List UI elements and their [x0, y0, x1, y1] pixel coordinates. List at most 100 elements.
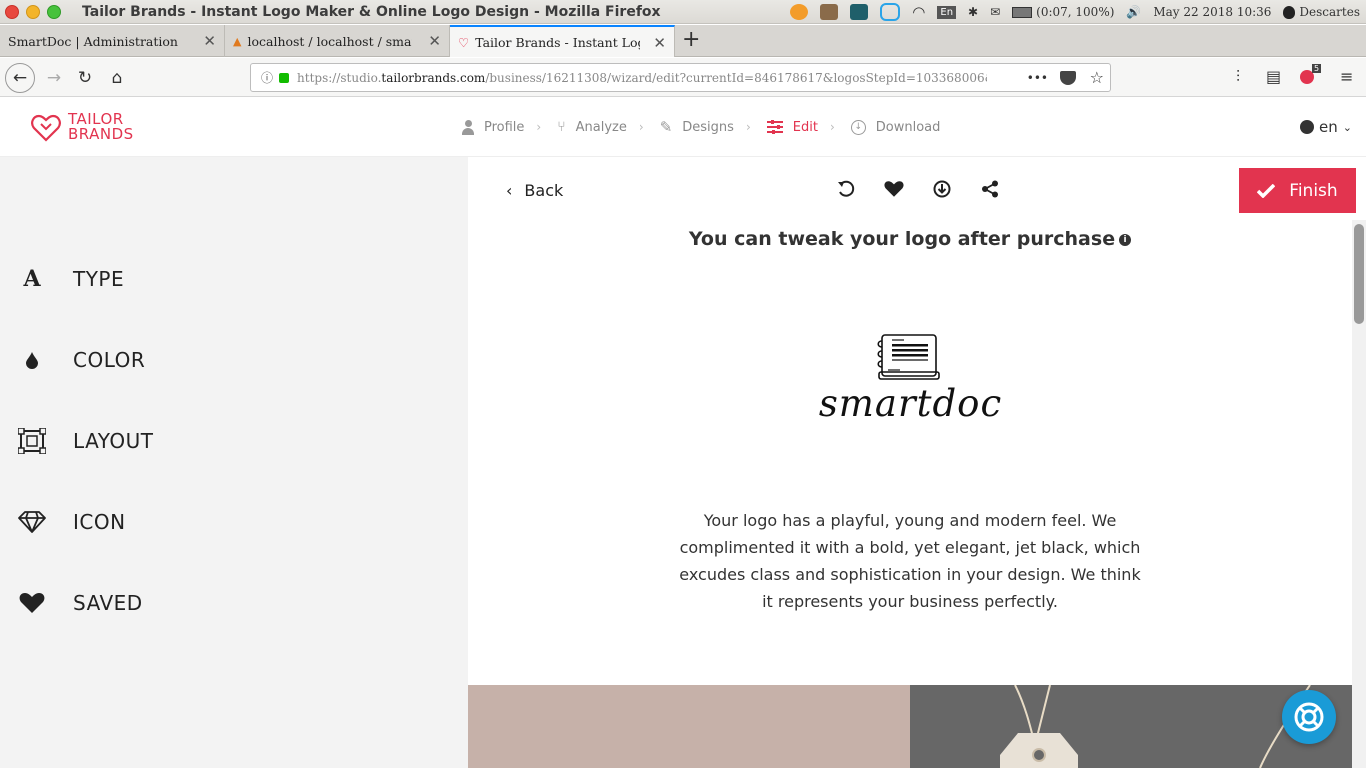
arrow-right-icon: → — [46, 68, 62, 88]
sidebar-item-saved[interactable]: SAVED — [18, 588, 142, 618]
sidebar-item-color[interactable]: COLOR — [18, 345, 145, 375]
close-tab-icon[interactable]: ✕ — [653, 34, 666, 52]
finish-button[interactable]: Finish — [1239, 168, 1356, 213]
editor-sidebar: A TYPE COLOR LAYOUT ICON SAVED — [0, 157, 468, 768]
step-analyze[interactable]: ⑂ Analyze — [557, 119, 627, 135]
close-tab-icon[interactable]: ✕ — [203, 32, 216, 50]
volume-icon[interactable]: 🔊 — [1126, 5, 1141, 19]
editor-canvas: ‹ Back Finish You can tweak your logo af… — [468, 157, 1356, 768]
undo-button[interactable] — [836, 179, 856, 199]
new-tab-icon[interactable]: + — [682, 27, 700, 52]
step-label: Profile — [484, 119, 525, 135]
minimize-window-button[interactable] — [26, 5, 40, 19]
lifebuoy-icon — [1294, 702, 1324, 732]
sidebar-toggle-icon[interactable]: ▤ — [1266, 67, 1281, 86]
chevron-left-icon: ‹ — [506, 181, 513, 200]
sidebar-item-label: ICON — [73, 510, 126, 534]
user-icon — [462, 120, 474, 135]
back-link[interactable]: ‹ Back — [506, 181, 563, 200]
download-icon — [933, 180, 951, 198]
pocket-icon[interactable] — [1060, 70, 1076, 85]
bookmark-star-icon[interactable]: ☆ — [1090, 68, 1104, 87]
sliders-icon — [766, 120, 783, 134]
page-scrollbar[interactable] — [1352, 220, 1366, 768]
step-designs[interactable]: ✎ Designs — [660, 118, 734, 136]
drop-icon — [18, 346, 46, 374]
ubuntu-icon[interactable] — [790, 4, 809, 20]
language-value: en — [1319, 118, 1338, 136]
tab-smartdoc-admin[interactable]: SmartDoc | Administration ✕ — [0, 25, 225, 57]
user-name: Descartes — [1299, 5, 1360, 19]
info-icon[interactable]: i — [1119, 233, 1132, 246]
mail-icon[interactable]: ✉ — [990, 5, 1000, 19]
browser-tab-strip: SmartDoc | Administration ✕ ▲ localhost … — [0, 25, 1366, 57]
share-button[interactable] — [980, 179, 1000, 199]
book-icon[interactable] — [820, 4, 839, 20]
wifi-icon[interactable]: ◠ — [912, 3, 925, 21]
info-icon[interactable]: ⓘ — [261, 69, 273, 86]
favorite-button[interactable] — [884, 179, 904, 199]
battery-indicator[interactable]: (0:07, 100%) — [1012, 5, 1114, 19]
bluetooth-icon[interactable]: ✱ — [968, 5, 978, 19]
language-selector[interactable]: en ⌄ — [1300, 118, 1352, 136]
diamond-icon — [18, 508, 46, 536]
step-label: Download — [875, 119, 941, 135]
back-label: Back — [524, 181, 564, 200]
pencil-icon: ✎ — [659, 118, 673, 136]
download-button[interactable] — [932, 179, 952, 199]
step-label: Designs — [682, 119, 734, 135]
sidebar-item-type[interactable]: A TYPE — [18, 264, 123, 294]
os-title-bar: Tailor Brands - Instant Logo Maker & Onl… — [0, 0, 1366, 24]
help-chat-button[interactable] — [1282, 690, 1336, 744]
page-actions-icon[interactable]: ••• — [1027, 71, 1048, 85]
tab-tailor-brands[interactable]: ♡ Tailor Brands - Instant Logo Ma ✕ — [450, 25, 675, 57]
tab-phpmyadmin[interactable]: ▲ localhost / localhost / smartDoc ✕ — [225, 25, 450, 57]
library-icon[interactable]: ⫶ — [1236, 67, 1240, 87]
tailor-brands-favicon: ♡ — [458, 34, 470, 50]
close-tab-icon[interactable]: ✕ — [428, 32, 441, 50]
url-bar[interactable]: ⓘ https://studio.tailorbrands.com/busine… — [250, 63, 1111, 92]
url-prefix: https://studio. — [297, 70, 382, 85]
user-menu[interactable]: Descartes — [1283, 5, 1360, 19]
home-button[interactable]: ⌂ — [103, 64, 131, 92]
url-text: https://studio.tailorbrands.com/business… — [297, 71, 987, 85]
logo-text: smartdoc — [818, 382, 1003, 425]
home-icon: ⌂ — [111, 68, 123, 88]
system-tray: ◠ En ✱ ✉ (0:07, 100%) 🔊 May 22 2018 10:3… — [790, 3, 1360, 21]
notebook-icon — [877, 334, 940, 380]
step-edit[interactable]: Edit — [766, 120, 818, 135]
page-title: You can tweak your logo after purchase i — [468, 228, 1352, 250]
tab-label: Tailor Brands - Instant Logo Ma — [475, 34, 640, 50]
sidebar-item-icon[interactable]: ICON — [18, 507, 125, 537]
back-button[interactable]: ← — [5, 63, 35, 93]
scrollbar-thumb[interactable] — [1354, 224, 1364, 324]
pma-icon: ▲ — [233, 34, 242, 48]
url-host: tailorbrands.com — [381, 70, 486, 85]
tailor-brands-logo[interactable]: TAILOR BRANDS — [31, 111, 134, 143]
arrow-left-icon: ← — [12, 68, 28, 88]
type-icon: A — [23, 266, 41, 292]
step-download[interactable]: ↓ Download — [850, 119, 941, 135]
branch-icon: ⑂ — [557, 119, 566, 135]
adblock-badge: 5 — [1312, 64, 1322, 73]
close-window-button[interactable] — [5, 5, 19, 19]
datetime[interactable]: May 22 2018 10:36 — [1153, 5, 1271, 19]
skype-icon[interactable] — [880, 3, 901, 21]
reload-button[interactable]: ↻ — [71, 64, 99, 92]
keyboard-lang-indicator[interactable]: En — [937, 5, 957, 19]
chevron-right-icon: › — [829, 120, 835, 134]
chart-app-icon[interactable] — [850, 4, 869, 20]
tab-label: localhost / localhost / smartDoc — [247, 33, 412, 49]
battery-text: (0:07, 100%) — [1036, 5, 1115, 19]
sidebar-item-label: SAVED — [73, 591, 143, 615]
sidebar-item-layout[interactable]: LAYOUT — [18, 426, 153, 456]
share-icon — [982, 180, 998, 198]
lock-icon[interactable] — [279, 72, 290, 83]
maximize-window-button[interactable] — [47, 5, 61, 19]
chevron-right-icon: › — [536, 120, 542, 134]
menu-icon[interactable]: ≡ — [1340, 67, 1353, 86]
step-profile[interactable]: Profile — [462, 120, 524, 135]
forward-button[interactable]: → — [40, 64, 68, 92]
brand-line2: BRANDS — [68, 125, 134, 143]
logo-preview[interactable]: smartdoc — [808, 332, 1013, 432]
